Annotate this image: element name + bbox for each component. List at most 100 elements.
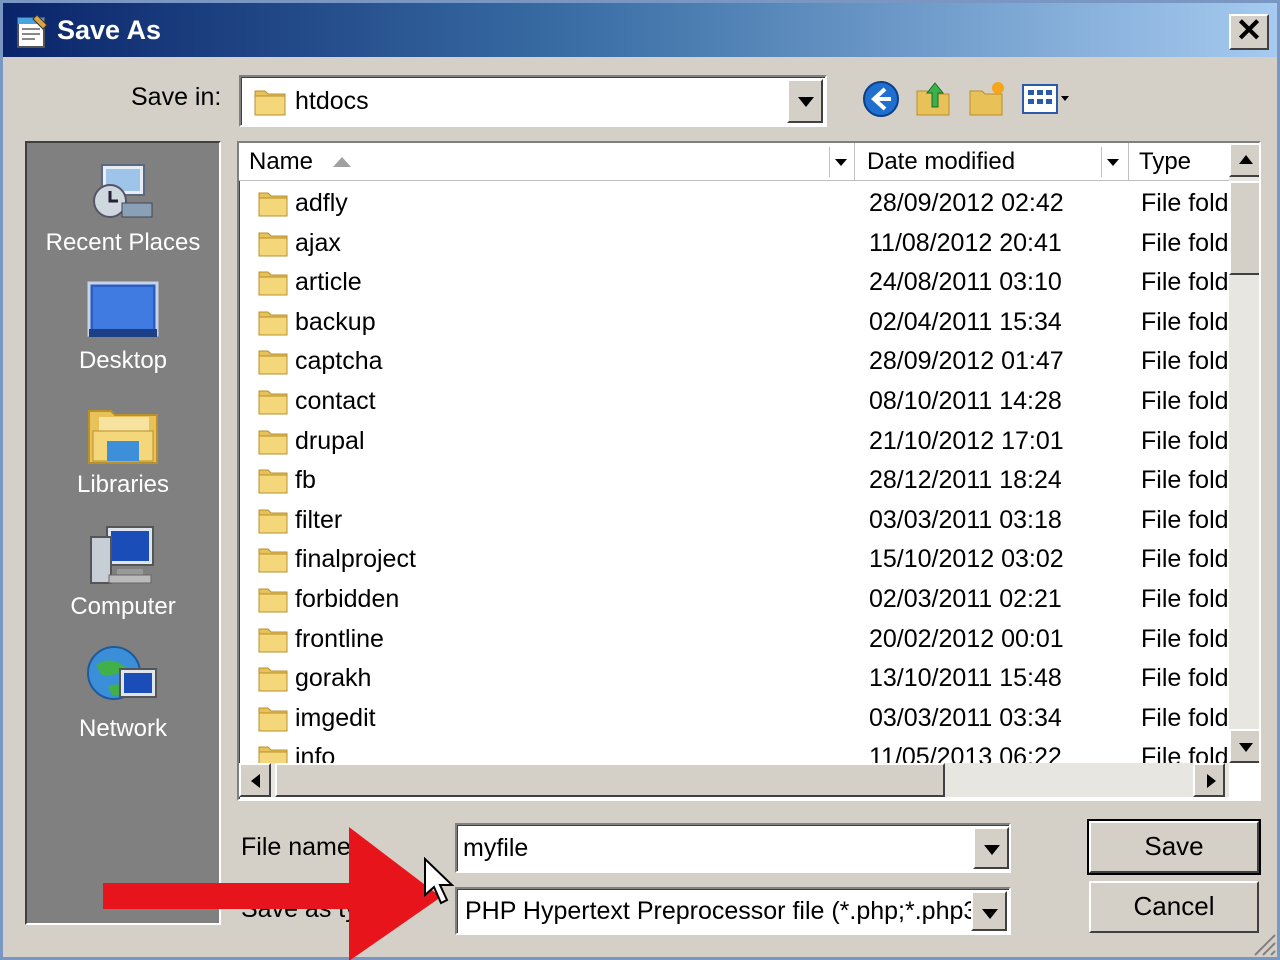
file-date-modified: 24/08/2011 03:10 <box>869 268 1062 297</box>
file-date-modified: 13/10/2011 15:48 <box>869 664 1062 693</box>
file-date-modified: 28/12/2011 18:24 <box>869 466 1062 495</box>
back-icon[interactable] <box>861 79 901 119</box>
computer-icon <box>90 526 154 584</box>
column-label: Name <box>249 148 314 175</box>
scroll-left-button[interactable] <box>239 763 271 797</box>
place-libraries[interactable]: Libraries <box>27 401 219 499</box>
folder-icon <box>258 509 288 534</box>
file-name: imgedit <box>295 703 376 732</box>
file-row[interactable]: captcha 28/09/2012 01:47 File fold <box>239 341 1229 381</box>
file-date-modified: 03/03/2011 03:34 <box>869 703 1062 732</box>
mouse-cursor-icon <box>424 857 455 905</box>
file-row[interactable]: frontline 20/02/2012 00:01 File fold <box>239 619 1229 659</box>
libraries-icon <box>88 410 158 464</box>
file-date-modified: 11/08/2012 20:41 <box>869 228 1062 257</box>
file-type: File fold <box>1141 307 1229 336</box>
name-filter-dropdown[interactable] <box>829 147 853 177</box>
file-name: finalproject <box>295 545 416 574</box>
file-name: frontline <box>295 624 384 653</box>
scroll-up-button[interactable] <box>1229 143 1259 177</box>
resize-grip-icon[interactable] <box>1247 927 1277 957</box>
file-name-input[interactable] <box>455 823 1011 873</box>
file-date-modified: 28/09/2012 02:42 <box>869 189 1064 217</box>
file-name: fb <box>295 466 316 495</box>
chevron-down-icon[interactable] <box>787 79 823 123</box>
place-label: Recent Places <box>45 229 201 256</box>
column-header-date-modified[interactable]: Date modified <box>857 143 1129 181</box>
network-icon <box>87 646 157 700</box>
folder-icon <box>258 430 288 455</box>
horizontal-scroll-thumb[interactable] <box>275 763 945 797</box>
file-name-dropdown-button[interactable] <box>973 827 1009 869</box>
file-date-modified: 08/10/2011 14:28 <box>869 386 1062 415</box>
file-date-modified: 02/04/2011 15:34 <box>869 307 1062 336</box>
folder-icon <box>254 90 286 116</box>
folder-icon <box>258 548 288 573</box>
file-row[interactable]: forbidden 02/03/2011 02:21 File fold <box>239 579 1229 619</box>
save-button[interactable]: Save <box>1087 819 1261 875</box>
file-name: filter <box>295 505 343 534</box>
file-row[interactable]: filter 03/03/2011 03:18 File fold <box>239 500 1229 540</box>
place-recent-places[interactable]: Recent Places <box>27 157 219 257</box>
horizontal-scrollbar[interactable] <box>239 763 1229 797</box>
save-as-type-value: PHP Hypertext Preprocessor file (*.php;*… <box>465 897 994 925</box>
file-type: File fold <box>1141 268 1229 297</box>
file-date-modified: 02/03/2011 02:21 <box>869 584 1062 613</box>
place-computer[interactable]: Computer <box>27 523 219 621</box>
red-arrow-annotation <box>103 827 441 960</box>
column-header-name[interactable]: Name <box>239 143 855 181</box>
file-row[interactable]: gorakh 13/10/2011 15:48 File fold <box>239 658 1229 698</box>
folder-icon <box>258 350 288 375</box>
file-row[interactable]: backup 02/04/2011 15:34 File fold <box>239 302 1229 342</box>
file-type: File fold <box>1141 505 1229 534</box>
folder-icon <box>258 588 288 613</box>
file-name: forbidden <box>295 584 400 613</box>
up-folder-icon[interactable] <box>913 79 953 119</box>
file-row[interactable]: article 24/08/2011 03:10 File fold <box>239 262 1229 302</box>
file-date-modified: 28/09/2012 01:47 <box>869 347 1064 376</box>
save-in-dropdown[interactable]: htdocs <box>239 75 827 127</box>
scroll-right-button[interactable] <box>1193 763 1225 797</box>
file-name: ajax <box>295 228 341 257</box>
file-name: article <box>295 268 362 297</box>
column-header-type[interactable]: Type <box>1129 143 1229 181</box>
place-desktop[interactable]: Desktop <box>27 281 219 375</box>
save-in-label: Save in: <box>131 83 222 111</box>
column-label: Type <box>1139 148 1192 175</box>
sort-ascending-icon <box>333 157 351 167</box>
title-bar[interactable]: Save As ✕ <box>3 3 1277 57</box>
file-type: File fold <box>1141 624 1229 653</box>
file-date-modified: 03/03/2011 03:18 <box>869 505 1062 534</box>
folder-icon <box>258 469 288 494</box>
list-header: Name Date modified Type <box>239 143 1229 181</box>
file-row[interactable]: adfly 28/09/2012 02:42 File fold <box>239 183 1229 223</box>
file-type: File fold <box>1141 386 1229 415</box>
scroll-down-button[interactable] <box>1229 729 1259 763</box>
chevron-down-icon[interactable] <box>971 891 1007 931</box>
place-label: Computer <box>70 593 176 620</box>
file-type: File fold <box>1141 426 1229 455</box>
file-row[interactable]: imgedit 03/03/2011 03:34 File fold <box>239 698 1229 738</box>
file-date-modified: 21/10/2012 17:01 <box>869 426 1064 455</box>
close-button[interactable]: ✕ <box>1229 14 1269 50</box>
file-row[interactable]: ajax 11/08/2012 20:41 File fold <box>239 223 1229 263</box>
place-label: Network <box>78 715 168 742</box>
file-row[interactable]: finalproject 15/10/2012 03:02 File fold <box>239 539 1229 579</box>
file-list[interactable]: Name Date modified Type adfly 28/09/2012 … <box>237 141 1261 801</box>
view-menu-icon[interactable] <box>1021 79 1075 119</box>
file-row[interactable]: contact 08/10/2011 14:28 File fold <box>239 381 1229 421</box>
file-type: File fold <box>1141 466 1229 495</box>
folder-icon <box>258 311 288 336</box>
vertical-scroll-thumb[interactable] <box>1229 181 1259 275</box>
file-row[interactable]: fb 28/12/2011 18:24 File fold <box>239 460 1229 500</box>
new-folder-icon[interactable] <box>967 79 1007 119</box>
file-type: File fold <box>1141 228 1229 257</box>
place-network[interactable]: Network <box>27 643 219 743</box>
cancel-button[interactable]: Cancel <box>1089 881 1259 933</box>
notepad-icon <box>17 14 48 48</box>
file-row[interactable]: drupal 21/10/2012 17:01 File fold <box>239 421 1229 461</box>
date-filter-dropdown[interactable] <box>1101 147 1125 177</box>
save-as-type-dropdown[interactable]: PHP Hypertext Preprocessor file (*.php;*… <box>455 887 1011 935</box>
vertical-scrollbar[interactable] <box>1229 143 1259 763</box>
file-date-modified: 15/10/2012 03:02 <box>869 545 1064 574</box>
